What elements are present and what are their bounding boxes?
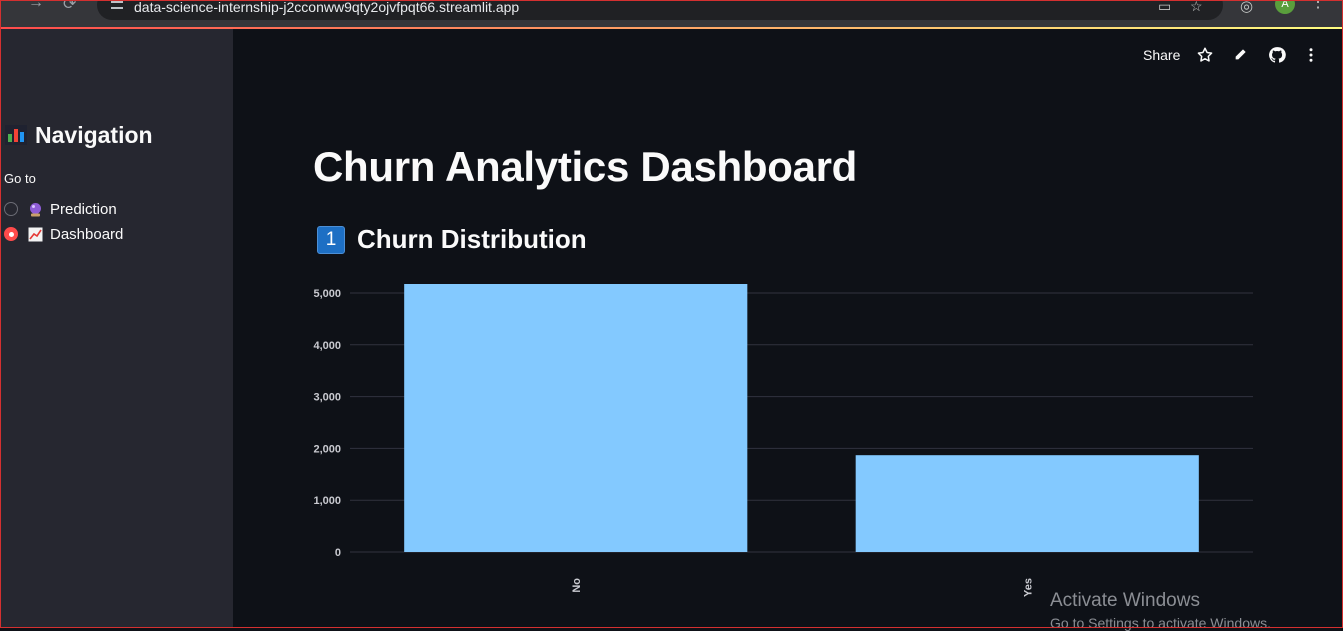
radio-option-dashboard[interactable]: Dashboard xyxy=(4,224,123,244)
y-tick-label: 2,000 xyxy=(313,443,341,455)
churn-bar-chart[interactable]: 0 1,000 2,000 3,000 4,000 5,000 No Yes xyxy=(300,275,1260,605)
x-tick-label: No xyxy=(571,578,583,593)
y-tick-label: 0 xyxy=(335,547,341,559)
watermark-line-1: Activate Windows xyxy=(1050,590,1200,611)
y-tick-label: 4,000 xyxy=(313,340,341,352)
y-tick-label: 5,000 xyxy=(313,288,341,300)
url-text[interactable]: data-science-internship-j2cconww9qty2ojv… xyxy=(134,0,519,15)
radio-option-label: Dashboard xyxy=(50,225,124,243)
section-header: 1 Churn Distribution xyxy=(317,224,587,255)
radio-group-label: Go to xyxy=(4,171,36,186)
y-tick-label: 1,000 xyxy=(313,495,341,507)
keycap-number-badge: 1 xyxy=(317,225,345,254)
more-vert-icon[interactable] xyxy=(1302,46,1320,64)
star-icon[interactable] xyxy=(1196,46,1214,64)
x-tick-label: Yes xyxy=(1022,578,1034,597)
page-title: Churn Analytics Dashboard xyxy=(313,143,858,190)
radio-option-label: Prediction xyxy=(50,200,117,218)
sidebar-title-text: Navigation xyxy=(35,122,153,148)
address-bar[interactable]: data-science-internship-j2cconww9qty2ojv… xyxy=(97,0,1223,20)
bar-chart-icon xyxy=(5,125,27,145)
bookmark-star-icon[interactable]: ☆ xyxy=(1190,0,1203,15)
radio-button-dashboard[interactable] xyxy=(4,227,18,241)
extension-icon[interactable]: ◎ xyxy=(1240,0,1253,15)
section-title-text: Churn Distribution xyxy=(357,224,587,254)
github-icon[interactable] xyxy=(1268,46,1286,64)
windows-activation-watermark: Activate Windows Go to Settings to activ… xyxy=(1050,590,1271,631)
browser-toolbar: → ⟳ data-science-internship-j2cconww9qty… xyxy=(0,0,1343,27)
edit-pencil-icon[interactable] xyxy=(1233,46,1251,64)
install-app-icon[interactable]: ▭ xyxy=(1158,0,1171,15)
sidebar: Navigation Go to Prediction Dashboard xyxy=(0,29,233,628)
browser-menu-icon[interactable]: ⋮ xyxy=(1310,0,1326,12)
radio-option-prediction[interactable]: Prediction xyxy=(4,199,117,219)
radio-button-prediction[interactable] xyxy=(4,202,18,216)
site-info-icon[interactable] xyxy=(111,1,123,9)
bar-no[interactable] xyxy=(404,284,748,552)
reload-icon[interactable]: ⟳ xyxy=(63,0,76,14)
y-tick-label: 3,000 xyxy=(313,392,341,404)
share-button[interactable]: Share xyxy=(1143,47,1180,63)
forward-icon[interactable]: → xyxy=(28,0,44,12)
profile-avatar[interactable]: A xyxy=(1275,0,1295,14)
crystal-ball-icon xyxy=(28,202,43,217)
chart-increasing-icon xyxy=(28,227,43,242)
watermark-line-2: Go to Settings to activate Windows. xyxy=(1050,615,1271,631)
bar-yes[interactable] xyxy=(855,455,1199,552)
sidebar-title: Navigation xyxy=(5,122,153,149)
